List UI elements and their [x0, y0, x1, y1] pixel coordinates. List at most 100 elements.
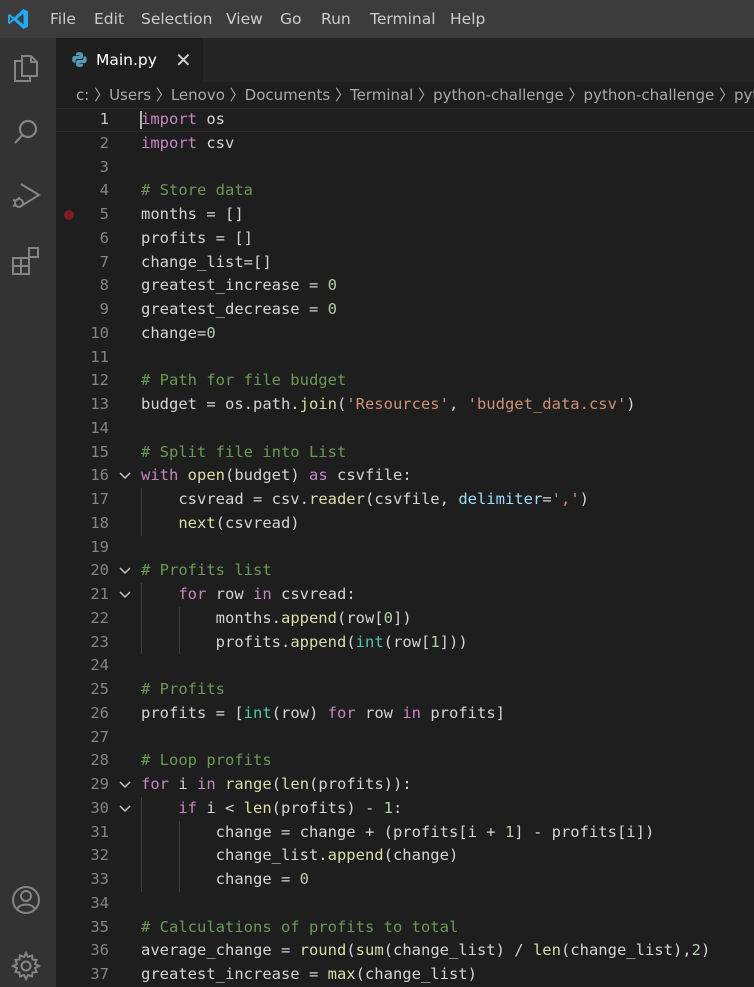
code-line[interactable]: 15 # Split file into List — [56, 441, 754, 465]
code-line[interactable]: 4 # Store data — [56, 179, 754, 203]
tab-main-py[interactable]: Main.py ✕ — [56, 38, 203, 82]
code-line[interactable]: 37 greatest_increase = max(change_list) — [56, 963, 754, 987]
fold-chevron-icon[interactable] — [118, 780, 132, 790]
editor-tab-bar: Main.py ✕ — [56, 38, 754, 82]
code-line[interactable]: 9 greatest_decrease = 0 — [56, 298, 754, 322]
line-number: 24 — [90, 656, 109, 675]
code-text: # Profits list — [141, 561, 272, 580]
run-debug-icon[interactable] — [10, 180, 42, 212]
code-line[interactable]: 19 — [56, 536, 754, 560]
fold-chevron-icon[interactable] — [118, 566, 132, 576]
python-file-icon — [72, 52, 87, 67]
line-number: 33 — [90, 870, 109, 888]
code-line[interactable]: 1 import os — [56, 108, 754, 132]
code-text: profits.append(int(row[1])) — [141, 632, 468, 651]
code-line[interactable]: 22 months.append(row[0]) — [56, 606, 754, 631]
code-line[interactable]: 13 budget = os.path.join('Resources', 'bu… — [56, 393, 754, 417]
code-line[interactable]: 29 for i in range(len(profits)): — [56, 773, 754, 797]
code-line[interactable]: 32 change_list.append(change) — [56, 844, 754, 868]
line-number: 12 — [90, 371, 109, 390]
menu-view[interactable]: View — [226, 0, 263, 38]
menu-file[interactable]: File — [50, 0, 76, 38]
code-line[interactable]: 10 change=0 — [56, 322, 754, 346]
files-icon[interactable] — [10, 52, 42, 84]
account-icon[interactable] — [10, 884, 42, 916]
code-line[interactable]: 6 profits = [] — [56, 227, 754, 251]
code-line[interactable]: 5 months = [] — [56, 203, 754, 227]
line-number: 3 — [99, 157, 109, 176]
line-number: 2 — [99, 133, 109, 152]
code-line[interactable]: 3 — [56, 156, 754, 180]
code-line[interactable]: 8 greatest_increase = 0 — [56, 274, 754, 298]
menu-terminal[interactable]: Terminal — [370, 0, 436, 38]
code-line[interactable]: 7 change_list=[] — [56, 251, 754, 275]
code-line[interactable]: 28 # Loop profits — [56, 749, 754, 773]
code-line[interactable]: 20 # Profits list — [56, 559, 754, 583]
line-number: 5 — [99, 205, 109, 223]
line-number: 23 — [90, 632, 109, 651]
code-line[interactable]: 2 import csv — [56, 132, 754, 156]
code-text: with open(budget) as csvfile: — [141, 466, 412, 485]
menu-go[interactable]: Go — [280, 0, 302, 38]
menu-bar: File Edit Selection View Go Run Terminal… — [0, 0, 754, 38]
code-line[interactable]: 30 if i < len(profits) - 1: — [56, 796, 754, 821]
menu-help[interactable]: Help — [450, 0, 485, 38]
line-number: 29 — [90, 775, 109, 793]
code-text: # Profits — [141, 680, 225, 698]
close-icon[interactable]: ✕ — [175, 38, 192, 82]
code-text: change_list.append(change) — [141, 846, 459, 865]
menu-edit[interactable]: Edit — [94, 0, 124, 38]
code-line[interactable]: 33 change = 0 — [56, 868, 754, 892]
code-line[interactable]: 26 profits = [int(row) for row in profits… — [56, 702, 754, 726]
code-text: profits = [int(row) for row in profits] — [141, 703, 505, 722]
code-line[interactable]: 14 — [56, 417, 754, 441]
code-line[interactable]: 24 — [56, 654, 754, 678]
code-line[interactable]: 16 with open(budget) as csvfile: — [56, 464, 754, 488]
line-number: 13 — [90, 395, 109, 413]
code-text: import os — [141, 110, 225, 128]
code-line[interactable]: 18 next(csvread) — [56, 511, 754, 536]
code-line[interactable]: 34 — [56, 892, 754, 916]
menu-selection[interactable]: Selection — [141, 0, 212, 38]
fold-chevron-icon[interactable] — [118, 471, 132, 481]
code-text: change = change + (profits[i + 1] - prof… — [141, 822, 655, 841]
line-number: 4 — [99, 181, 109, 200]
line-number: 1 — [99, 110, 109, 128]
settings-gear-icon[interactable] — [10, 950, 42, 982]
line-number: 31 — [90, 822, 109, 841]
code-line[interactable]: 27 — [56, 726, 754, 750]
code-line[interactable]: 12 # Path for file budget — [56, 369, 754, 393]
fold-chevron-icon[interactable] — [118, 804, 132, 814]
vscode-logo-icon — [8, 9, 28, 29]
menu-run[interactable]: Run — [321, 0, 351, 38]
search-icon[interactable] — [10, 116, 42, 148]
code-text: # Loop profits — [141, 751, 272, 770]
code-line[interactable]: 11 — [56, 346, 754, 370]
code-text: # Calculations of profits to total — [141, 917, 459, 936]
fold-chevron-icon[interactable] — [118, 590, 132, 600]
line-number: 11 — [90, 347, 109, 366]
code-line[interactable]: 36 average_change = round(sum(change_list… — [56, 939, 754, 963]
code-line[interactable]: 17 csvread = csv.reader(csvfile, delimit… — [56, 488, 754, 512]
extensions-icon[interactable] — [10, 244, 42, 276]
code-line[interactable]: 35 # Calculations of profits to total — [56, 916, 754, 940]
breadcrumb-path[interactable]: c: 〉Users 〉Lenovo 〉Documents 〉Terminal 〉… — [76, 82, 754, 108]
line-number: 18 — [90, 513, 109, 532]
activity-bar — [0, 38, 56, 987]
line-number: 20 — [90, 561, 109, 580]
code-line[interactable]: 25 # Profits — [56, 678, 754, 702]
line-number: 37 — [90, 965, 109, 983]
code-line[interactable]: 21 for row in csvread: — [56, 583, 754, 607]
breadcrumb[interactable]: c: 〉Users 〉Lenovo 〉Documents 〉Terminal 〉… — [56, 82, 754, 108]
code-line[interactable]: 23 profits.append(int(row[1])) — [56, 630, 754, 655]
line-number: 15 — [90, 442, 109, 461]
line-number: 10 — [90, 323, 109, 342]
code-text: # Path for file budget — [141, 371, 347, 390]
code-text: if i < len(profits) - 1: — [178, 798, 403, 817]
code-editor[interactable]: 1 import os 2 import csv 3 4 # Store data 5 mont… — [56, 108, 754, 987]
code-text: for i in range(len(profits)): — [141, 775, 412, 793]
line-number: 8 — [99, 276, 109, 295]
code-line[interactable]: 31 change = change + (profits[i + 1] - p… — [56, 820, 754, 845]
line-number: 34 — [90, 893, 109, 912]
line-number: 16 — [90, 466, 109, 485]
